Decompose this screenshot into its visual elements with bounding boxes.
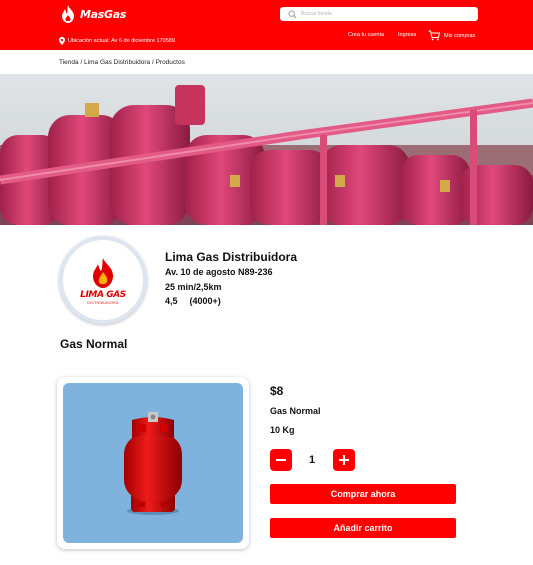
flame-logo-icon [62,5,74,23]
top-header: MasGas Ubicación actual: Av 6 de diciemb… [0,0,533,50]
search-icon [288,9,297,18]
product-name: Gas Normal [270,406,321,416]
store-logo: LIMA GAS DISTRIBUIDORA [59,236,147,324]
section-title: Gas Normal [60,337,128,351]
product-image [63,383,243,543]
product-price: $8 [270,384,284,398]
store-name: Lima Gas Distribuidora [165,250,298,264]
flame-icon [93,258,113,288]
logo-text: MasGas [80,7,127,21]
store-banner-image [0,75,533,225]
my-purchases-label: Mis compras [444,32,476,39]
masgas-logo[interactable]: MasGas [59,4,126,24]
search-box[interactable] [280,7,478,21]
add-to-cart-button[interactable]: Añadir carrito [270,518,456,538]
shopping-cart-icon [428,30,440,41]
location-pin-icon [59,37,65,45]
store-rating: 4,5 (4000+) [165,296,221,306]
product-card[interactable] [57,377,249,549]
buy-now-button[interactable]: Comprar ahora [270,484,456,504]
create-account-link[interactable]: Crea tu cuenta [348,32,384,38]
rating-value: 4,5 [165,296,178,306]
gas-cylinders-banner [0,75,533,225]
product-weight: 10 Kg [270,425,295,435]
plus-icon [339,455,349,465]
store-delivery-eta: 25 min/2,5km [165,282,222,292]
increase-quantity-button[interactable] [333,449,355,471]
location-text: Ubicación actual: Av 6 de diciembre 1705… [68,38,175,44]
my-purchases-link[interactable]: Mis compras [428,30,475,41]
gas-cylinder-image [124,412,182,515]
current-location[interactable]: Ubicación actual: Av 6 de diciembre 1705… [59,37,175,45]
decrease-quantity-button[interactable] [270,449,292,471]
quantity-value: 1 [308,454,316,466]
minus-icon [276,459,286,461]
review-count: (4000+) [189,296,221,306]
login-link[interactable]: Ingresa [398,32,416,38]
store-address: Av. 10 de agosto N89-236 [165,267,273,277]
store-logo-name: LIMA GAS [80,290,126,300]
store-logo-subtitle: DISTRIBUIDORA [87,301,119,305]
search-input[interactable] [301,11,461,17]
breadcrumb[interactable]: Tienda / Lima Gas Distribuidora / Produc… [59,59,185,66]
